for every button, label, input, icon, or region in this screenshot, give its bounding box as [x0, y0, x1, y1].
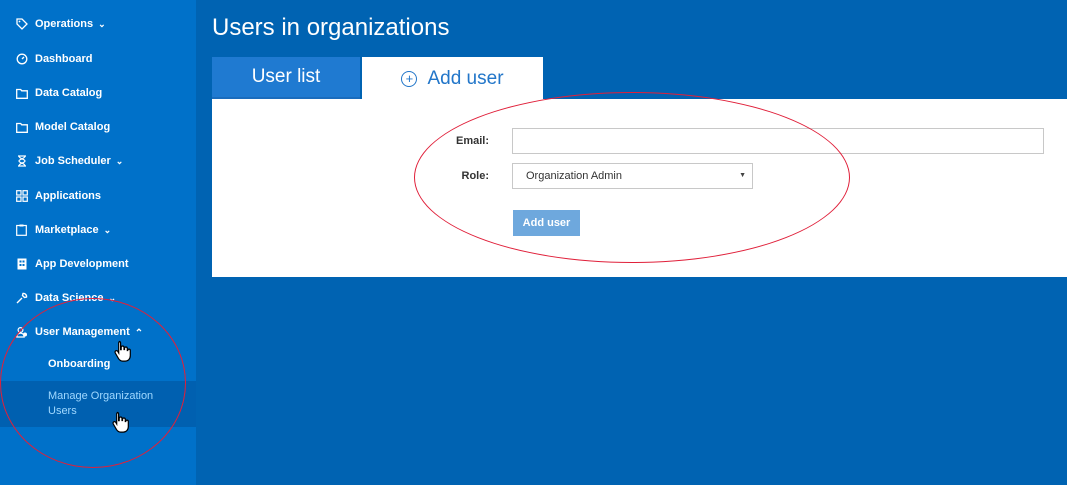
sidebar-item-dashboard[interactable]: Dashboard: [0, 42, 196, 76]
tab-label: Add user: [427, 67, 504, 89]
add-user-button[interactable]: Add user: [513, 210, 580, 236]
clipboard-icon: [15, 224, 28, 237]
tab-label: User list: [251, 66, 321, 87]
sidebar-item-label: Data Science: [35, 292, 104, 304]
folder-icon: [15, 87, 28, 100]
users-icon: [15, 326, 28, 339]
sidebar-item-label: Data Catalog: [35, 87, 103, 99]
chevron-down-icon: ⌄: [108, 292, 117, 303]
tab-add-user[interactable]: + Add user: [362, 57, 543, 100]
sidebar-item-label: Marketplace: [35, 224, 99, 236]
sidebar-item-label: Operations: [35, 18, 94, 30]
tag-icon: [15, 18, 28, 31]
page-title: Users in organizations: [212, 14, 450, 41]
role-selected-value: Organization Admin: [526, 170, 622, 182]
folder-icon: [15, 121, 28, 134]
plus-circle-icon: +: [401, 70, 418, 87]
sidebar-item-label: Job Scheduler: [35, 155, 111, 167]
gauge-icon: [15, 53, 28, 66]
wrench-icon: [15, 292, 28, 305]
hand-cursor-icon: [112, 411, 129, 433]
sidebar-item-label: Dashboard: [35, 53, 93, 65]
sidebar-item-job-scheduler[interactable]: Job Scheduler ⌄: [0, 144, 196, 178]
sidebar-item-user-management[interactable]: User Management ⌃: [0, 315, 196, 349]
hand-cursor-icon: [114, 340, 131, 362]
building-icon: [15, 258, 28, 271]
email-label: Email:: [455, 135, 489, 147]
sidebar-item-label: App Development: [35, 258, 129, 270]
tab-user-list[interactable]: User list: [212, 57, 360, 99]
role-label: Role:: [461, 170, 490, 182]
grid-icon: [15, 190, 28, 203]
sidebar-subitem-onboarding[interactable]: Onboarding: [0, 358, 196, 370]
sidebar-item-operations[interactable]: Operations ⌄: [0, 7, 196, 41]
sidebar-item-label: Model Catalog: [35, 121, 111, 133]
chevron-down-icon: ⌄: [98, 18, 106, 29]
email-field[interactable]: [512, 128, 1044, 154]
add-user-form: Email: Role: Organization Admin ▼ Add us…: [212, 99, 1067, 277]
sidebar-item-marketplace[interactable]: Marketplace ⌄: [0, 213, 196, 247]
role-select[interactable]: Organization Admin ▼: [512, 163, 753, 189]
caret-down-icon: ▼: [739, 172, 746, 179]
chevron-down-icon: ⌄: [115, 155, 124, 166]
chevron-down-icon: ⌄: [103, 224, 112, 235]
sidebar-subitem-label: Onboarding: [48, 358, 111, 370]
sidebar-item-model-catalog[interactable]: Model Catalog: [0, 110, 196, 144]
sidebar-item-applications[interactable]: Applications: [0, 179, 196, 213]
sidebar: Operations ⌄ Dashboard Data Catalog Mode…: [0, 0, 196, 485]
sidebar-item-label: User Management: [35, 326, 130, 338]
hourglass-icon: [15, 155, 28, 168]
sidebar-subitem-label: Manage Organization Users: [48, 390, 154, 417]
sidebar-item-label: Applications: [35, 190, 102, 202]
sidebar-item-data-science[interactable]: Data Science ⌄: [0, 281, 196, 315]
chevron-up-icon: ⌃: [134, 328, 144, 339]
sidebar-item-data-catalog[interactable]: Data Catalog: [0, 76, 196, 110]
sidebar-subitem-manage-organization-users[interactable]: Manage Organization Users: [0, 381, 196, 427]
sidebar-item-app-development[interactable]: App Development: [0, 247, 196, 281]
